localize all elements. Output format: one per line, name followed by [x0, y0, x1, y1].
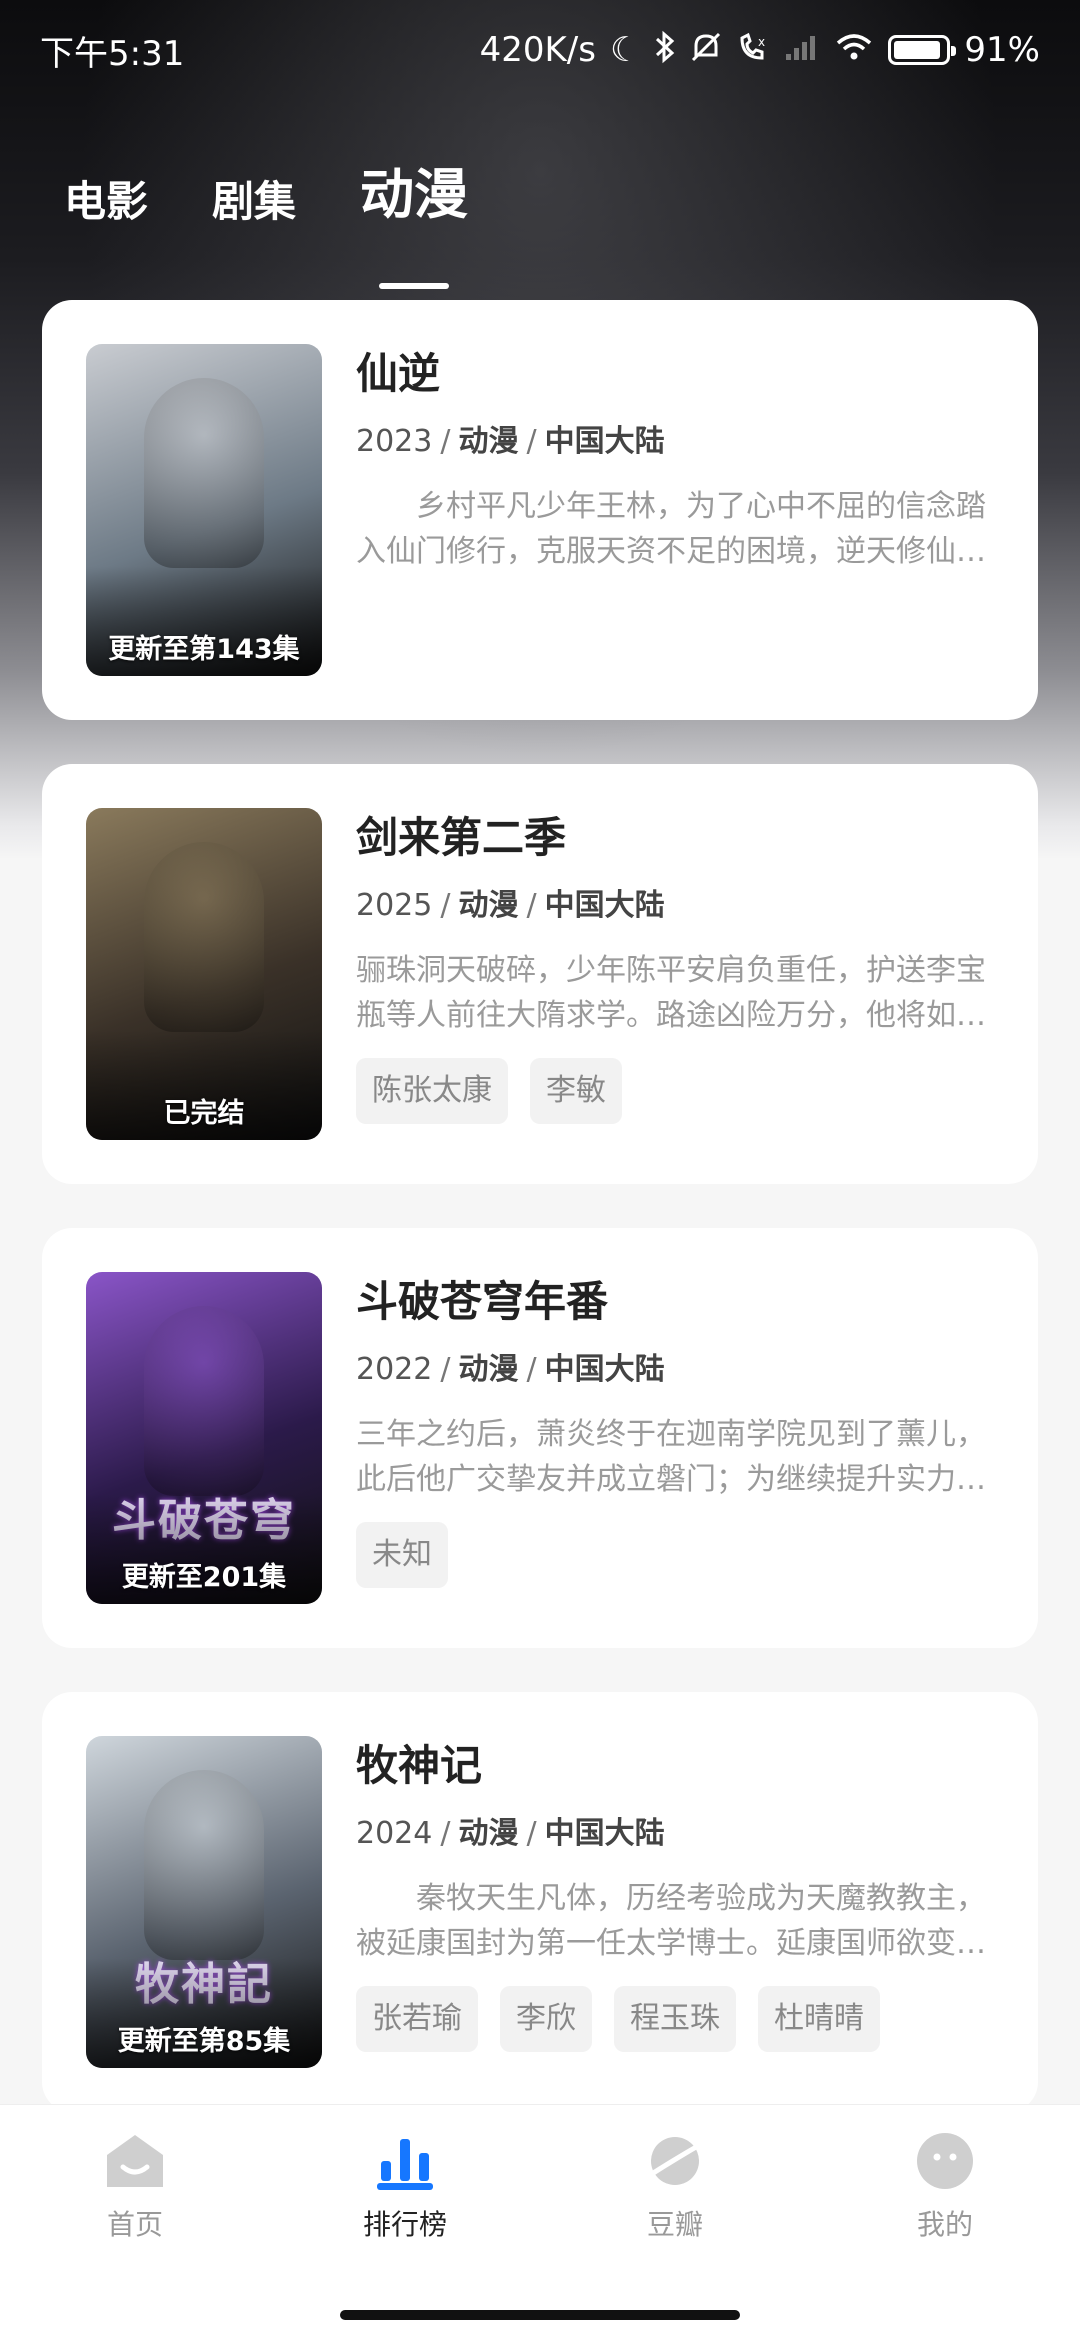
meta-separator: /	[440, 1816, 451, 1851]
nav-label: 排行榜	[362, 2208, 447, 2241]
battery-fill	[894, 41, 940, 59]
meta-genre: 动漫	[458, 1352, 519, 1387]
poster-image[interactable]: 牧神記更新至第85集	[86, 1736, 322, 2068]
cast-tag[interactable]: 李欣	[500, 1986, 592, 2052]
profile-icon	[845, 2125, 1045, 2197]
category-tabs: 电影 剧集 动漫	[64, 150, 469, 289]
poster-figure	[144, 842, 264, 1032]
tab-2[interactable]: 动漫	[360, 150, 469, 289]
cast-tags: 陈张太康 李敏	[356, 1058, 994, 1124]
meta-separator: /	[526, 424, 537, 459]
meta-genre: 动漫	[458, 424, 519, 459]
wifi-icon	[834, 31, 874, 69]
meta-year: 2024	[356, 1816, 433, 1851]
cast-tag[interactable]: 杜晴晴	[758, 1986, 880, 2052]
card-meta: 2023/动漫 / 中国大陆	[356, 422, 994, 462]
meta-separator: /	[440, 424, 451, 459]
network-speed: 420K/s	[479, 30, 596, 70]
nav-item-1[interactable]: 排行榜	[305, 2125, 505, 2243]
nav-label: 我的	[916, 2208, 973, 2241]
poster-image[interactable]: 更新至第143集	[86, 344, 322, 676]
card-title: 斗破苍穹年番	[356, 1277, 609, 1326]
nav-label: 首页	[106, 2208, 163, 2241]
cast-tags: 张若瑜 李欣 程玉珠 杜晴晴	[356, 1986, 994, 2052]
card-info: 牧神记 2024/动漫 / 中国大陆 秦牧天生凡体，历经考验成为天魔教教主，被延康国封为…	[356, 1736, 994, 2112]
card-title: 牧神记	[356, 1741, 483, 1790]
poster-figure	[144, 378, 264, 568]
home-icon	[35, 2125, 235, 2197]
home-indicator[interactable]	[340, 2310, 740, 2320]
card-description: 三年之约后，萧炎终于在迦南学院见到了薰儿，此后他广交挚友并成立磐门；为继续提升实…	[356, 1417, 986, 1497]
status-time: 下午5:31	[40, 33, 185, 74]
card-title: 剑来第二季	[356, 813, 567, 862]
meta-region: 中国大陆	[544, 424, 665, 459]
card-description: 乡村平凡少年王林，为了心中不屈的信念踏入仙门修行，克服天资不足的困境，逆天修仙之…	[356, 489, 986, 569]
poster-figure	[144, 1770, 264, 1960]
meta-genre: 动漫	[458, 888, 519, 923]
ranking-card[interactable]: 斗破苍穹更新至201集斗破苍穹年番2022/动漫/中国大陆三年之约后，萧炎终于在…	[42, 1228, 1038, 1648]
nav-item-0[interactable]: 首页	[35, 2125, 235, 2243]
meta-region: 中国大陆	[544, 888, 665, 923]
card-meta: 2022/动漫 / 中国大陆	[356, 1350, 994, 1390]
card-meta: 2024/动漫 / 中国大陆	[356, 1814, 994, 1854]
bell-off-icon	[690, 30, 722, 70]
status-bar: 下午5:31 420K/s ☾ x 91%	[0, 0, 1080, 100]
cast-tag[interactable]: 程玉珠	[614, 1986, 736, 2052]
episode-status: 已完结	[163, 1098, 245, 1129]
card-description: 秦牧天生凡体，历经考验成为天魔教教主，被延康国封为第一任太学博士。延康国师欲变法…	[356, 1881, 986, 1961]
bottom-navigation: 首页 排行榜 豆瓣 我的	[0, 2104, 1080, 2340]
meta-separator: /	[440, 1352, 451, 1387]
card-meta: 2025/动漫 / 中国大陆	[356, 886, 994, 926]
meta-separator: /	[440, 888, 451, 923]
battery-percent: 91%	[964, 30, 1040, 70]
active-tab-indicator	[379, 283, 450, 289]
episode-status: 更新至201集	[121, 1562, 287, 1593]
ranking-icon	[305, 2125, 505, 2197]
ranking-card[interactable]: 更新至第143集 仙逆 2023/动漫 / 中国大陆 乡村平凡少年王林，为了心中不屈的信念…	[42, 300, 1038, 720]
episode-status: 更新至第143集	[108, 634, 300, 665]
tab-label: 电影	[64, 177, 149, 226]
signal-icon	[784, 32, 820, 68]
tab-label: 剧集	[212, 177, 297, 226]
meta-region: 中国大陆	[544, 1816, 665, 1851]
meta-separator: /	[526, 1352, 537, 1387]
tab-0[interactable]: 电影	[64, 168, 148, 229]
card-description: 骊珠洞天破碎，少年陈平安肩负重任，护送李宝瓶等人前往大隋求学。路途凶险万分，他将…	[356, 953, 986, 1033]
cast-tag[interactable]: 陈张太康	[356, 1058, 508, 1124]
poster-figure	[144, 1306, 264, 1496]
nav-item-2[interactable]: 豆瓣	[575, 2125, 775, 2243]
meta-genre: 动漫	[458, 1816, 519, 1851]
episode-status: 更新至第85集	[117, 2026, 291, 2057]
card-title: 仙逆	[356, 349, 441, 398]
card-info: 仙逆 2023/动漫 / 中国大陆 乡村平凡少年王林，为了心中不屈的信念踏入仙门修行，克…	[356, 344, 994, 720]
poster-image[interactable]: 已完结	[86, 808, 322, 1140]
poster-image[interactable]: 斗破苍穹更新至201集	[86, 1272, 322, 1604]
cast-tags: 未知	[356, 1522, 994, 1588]
meta-year: 2025	[356, 888, 433, 923]
ranking-card[interactable]: 牧神記更新至第85集牧神记2024/动漫/中国大陆秦牧天生凡体，历经考验成为天魔…	[42, 1692, 1038, 2112]
cast-tag[interactable]: 李敏	[530, 1058, 622, 1124]
meta-region: 中国大陆	[544, 1352, 665, 1387]
card-info: 剑来第二季 2025/动漫 / 中国大陆 骊珠洞天破碎，少年陈平安肩负重任，护送李宝瓶等…	[356, 808, 994, 1184]
card-info: 斗破苍穹年番 2022/动漫 / 中国大陆 三年之约后，萧炎终于在迦南学院见到了薰儿，此…	[356, 1272, 994, 1648]
meta-separator: /	[526, 888, 537, 923]
tab-1[interactable]: 剧集	[212, 168, 296, 229]
nav-item-3[interactable]: 我的	[845, 2125, 1045, 2243]
bluetooth-icon	[654, 30, 676, 70]
tab-label: 动漫	[360, 163, 469, 226]
meta-year: 2023	[356, 424, 433, 459]
ranking-card[interactable]: 已完结 剑来第二季 2025/动漫 / 中国大陆 骊珠洞天破碎，少年陈平安肩负重任，护送李…	[42, 764, 1038, 1184]
battery-icon	[888, 35, 957, 65]
status-icons: 420K/s ☾ x 91%	[480, 30, 1040, 70]
call-icon: x	[736, 30, 770, 70]
nav-label: 豆瓣	[646, 2208, 703, 2241]
svg-text:x: x	[758, 35, 765, 49]
meta-year: 2022	[356, 1352, 433, 1387]
moon-icon: ☾	[609, 30, 641, 70]
cast-tag[interactable]: 张若瑜	[356, 1986, 478, 2052]
planet-icon	[575, 2125, 775, 2197]
meta-separator: /	[526, 1816, 537, 1851]
cast-tag[interactable]: 未知	[356, 1522, 448, 1588]
ranking-list: 更新至第143集 仙逆 2023/动漫 / 中国大陆 乡村平凡少年王林，为了心中不屈的信念…	[42, 300, 1038, 2156]
